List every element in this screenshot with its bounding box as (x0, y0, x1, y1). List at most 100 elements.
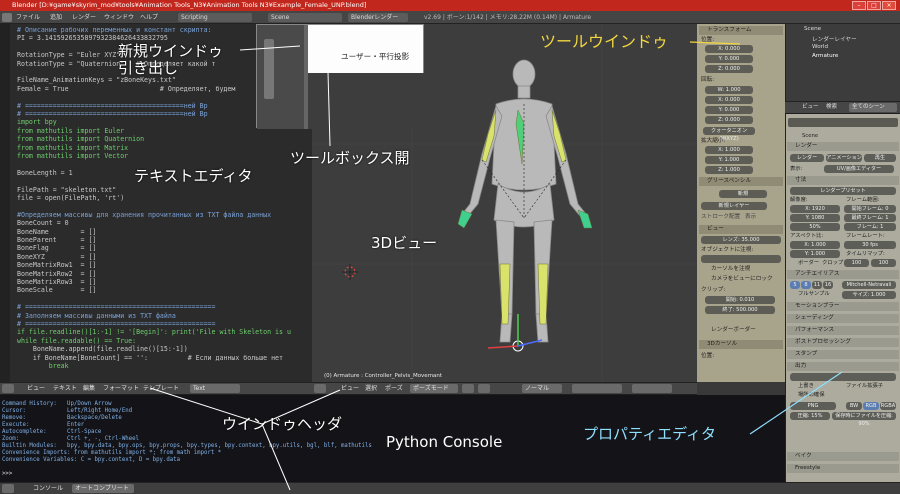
color-rgba-button[interactable]: RGBA (880, 402, 896, 410)
editor-type-icon[interactable] (2, 484, 14, 493)
text-menu-templates[interactable]: テンプレート (140, 384, 182, 393)
animation-button[interactable]: アニメーション (826, 154, 862, 162)
panel-bake-header[interactable]: ベイク (787, 452, 899, 461)
aa-level-5[interactable]: 5 (790, 281, 800, 289)
text-menu-edit[interactable]: 編集 (80, 384, 98, 393)
render-border-checkbox[interactable]: レンダーボーダー (711, 326, 756, 334)
color-bw-button[interactable]: BW (846, 402, 862, 410)
aspect-x-field[interactable]: X: 1.000 (790, 241, 840, 249)
orientation-select[interactable]: ノーマル (522, 384, 562, 393)
panel-3d-cursor-header[interactable]: 3Dカーソル (699, 340, 783, 349)
layer-buttons[interactable] (572, 384, 622, 393)
text-file-select[interactable]: Text (190, 384, 240, 393)
panel-view-header[interactable]: ビュー (699, 225, 783, 234)
location-x-field[interactable]: X: 0.000 (705, 45, 753, 53)
mode-select[interactable]: ポーズモード (410, 384, 458, 393)
screen-layout-select[interactable]: Scripting (178, 13, 252, 22)
clip-start-field[interactable]: 開始: 0.010 (705, 296, 775, 304)
render-button[interactable]: レンダー (790, 154, 824, 162)
location-y-field[interactable]: Y: 0.000 (705, 55, 753, 63)
console-prompt[interactable]: >>> (2, 471, 16, 478)
border-checkbox[interactable]: ボーダー (798, 259, 819, 267)
panel-transform-header[interactable]: トランスフォーム (699, 26, 783, 35)
shading-select[interactable] (462, 384, 474, 393)
panel-dimensions-header[interactable]: 寸法 (787, 176, 899, 185)
aa-level-11[interactable]: 11 (812, 281, 822, 289)
crop-checkbox[interactable]: クロップ (822, 259, 843, 267)
rotation-x-field[interactable]: X: 0.000 (705, 96, 753, 104)
text-menu-view[interactable]: ビュー (24, 384, 48, 393)
panel-freestyle-header[interactable]: Freestyle (787, 464, 899, 473)
lock-cursor-checkbox[interactable]: カーソルを注視 (711, 265, 750, 273)
context-tabs[interactable] (788, 118, 898, 127)
maximize-button[interactable]: □ (867, 1, 881, 10)
full-sample-checkbox[interactable]: フルサンプル (798, 290, 830, 298)
fps-select[interactable]: 30 fps (844, 241, 896, 249)
file-extension-checkbox[interactable]: ファイル拡張子 (846, 382, 883, 390)
pose-menu[interactable]: ポーズ (382, 384, 406, 393)
outliner-menu-search[interactable]: 検索 (823, 103, 840, 112)
console-menu[interactable]: コンソール (30, 484, 66, 493)
editor-type-icon[interactable] (2, 384, 14, 393)
text-menu-format[interactable]: フォーマット (100, 384, 142, 393)
pivot-point-icon[interactable] (478, 384, 490, 393)
select-menu[interactable]: 選択 (362, 384, 380, 393)
output-path-field[interactable] (790, 373, 896, 381)
aa-level-16[interactable]: 16 (823, 281, 833, 289)
autocomplete-button[interactable]: オートコンプリート (72, 484, 134, 493)
lock-camera-checkbox[interactable]: カメラをビューにロック (711, 275, 773, 283)
frame-end-field[interactable]: 最終フレーム: 1 (844, 214, 896, 222)
minimize-button[interactable]: – (852, 1, 866, 10)
render-engine-select[interactable]: Blenderレンダー (348, 13, 408, 22)
panel-antialiasing-header[interactable]: アンチエイリアス (787, 270, 899, 279)
panel-grease-pencil-header[interactable]: グリースペンシル (699, 177, 783, 186)
overwrite-checkbox[interactable]: 上書き (798, 382, 814, 390)
editor-type-icon[interactable] (314, 384, 326, 393)
snap-buttons[interactable] (632, 384, 672, 393)
menu-render[interactable]: レンダー (72, 13, 96, 22)
display-select[interactable]: UV/画像エディター (824, 165, 894, 173)
outliner-item-world[interactable]: World (812, 44, 828, 50)
aa-filter-select[interactable]: Mitchell-Netravali (842, 281, 896, 289)
view-menu[interactable]: ビュー (338, 384, 362, 393)
panel-render-header[interactable]: レンダー (787, 142, 899, 151)
text-menu-text[interactable]: テキスト (50, 384, 80, 393)
compression-field[interactable]: 圧縮: 15% (790, 412, 830, 420)
color-rgb-button[interactable]: RGB (863, 402, 879, 410)
panel-post-processing-header[interactable]: ポストプロセッシング (787, 338, 899, 347)
panel-stamp-header[interactable]: スタンプ (787, 350, 899, 359)
panel-performance-header[interactable]: パフォーマンス (787, 326, 899, 335)
scale-y-field[interactable]: Y: 1.000 (705, 156, 753, 164)
scale-x-field[interactable]: X: 1.000 (705, 146, 753, 154)
outliner-menu-view[interactable]: ビュー (799, 103, 822, 112)
frame-start-field[interactable]: 開始フレーム: 0 (844, 205, 896, 213)
rotation-w-field[interactable]: W: 1.000 (705, 86, 753, 94)
aspect-y-field[interactable]: Y: 1.000 (790, 250, 840, 258)
menu-add[interactable]: 追加 (50, 13, 62, 22)
outliner-item-render-layers[interactable]: レンダーレイヤー (812, 35, 857, 43)
frame-step-field[interactable]: フレーム: 1 (844, 223, 896, 231)
grease-new-button[interactable]: 新規 (719, 190, 767, 198)
resolution-y-field[interactable]: Y: 1080 (790, 214, 840, 222)
new-window-popup[interactable]: ユーザー・平行投影 (256, 24, 425, 129)
rotation-mode-select[interactable]: クォータニオン(WXYZ) (703, 127, 755, 142)
panel-shading-header[interactable]: シェーディング (787, 314, 899, 323)
menu-window[interactable]: ウィンドウ (104, 13, 134, 22)
file-format-select[interactable]: PNG (790, 402, 836, 410)
rotation-y-field[interactable]: Y: 0.000 (705, 106, 753, 114)
outliner-display-select[interactable]: 全てのシーン (849, 103, 897, 112)
clip-end-field[interactable]: 終了: 500.000 (705, 306, 775, 314)
remap-new-field[interactable]: 100 (871, 259, 896, 267)
menu-help[interactable]: ヘルプ (140, 13, 158, 22)
menu-file[interactable]: ファイル (16, 13, 40, 22)
outliner-item-scene[interactable]: Scene (804, 26, 821, 32)
resolution-x-field[interactable]: X: 1920 (790, 205, 840, 213)
panel-motion-blur-header[interactable]: モーションブラー (787, 302, 899, 311)
grease-new-layer-button[interactable]: 新規レイヤー (701, 202, 767, 210)
playback-button[interactable]: 再生 (864, 154, 896, 162)
remap-old-field[interactable]: 100 (844, 259, 869, 267)
resolution-percent-field[interactable]: 50% (790, 223, 840, 231)
scale-z-field[interactable]: Z: 1.000 (705, 166, 753, 174)
aa-size-field[interactable]: サイズ: 1.000 (842, 291, 896, 299)
close-button[interactable]: × (882, 1, 896, 10)
